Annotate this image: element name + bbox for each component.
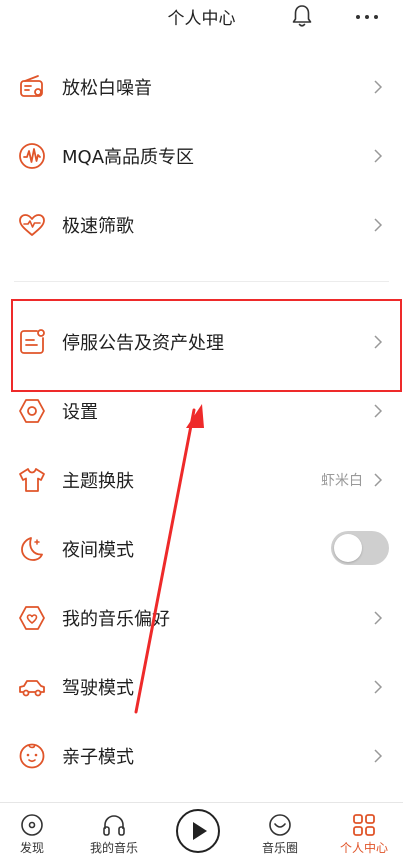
menu-item-label: 放松白噪音 — [62, 77, 152, 99]
tab-my-music[interactable]: 我的音乐 — [74, 803, 154, 856]
menu-item-quick-sort[interactable]: 极速筛歌 — [0, 190, 403, 259]
waveform-icon — [19, 142, 45, 169]
menu-item-mqa[interactable]: MQA高品质专区 — [0, 121, 403, 190]
menu-item-label: 主题换肤 — [62, 470, 134, 492]
heart-pulse-icon — [19, 213, 45, 236]
chevron-right-icon — [374, 679, 383, 694]
tshirt-icon — [19, 467, 45, 492]
disc-icon — [21, 814, 43, 836]
menu-item-label: MQA高品质专区 — [62, 146, 195, 168]
toggle-knob — [334, 534, 362, 562]
headphones-icon — [103, 815, 125, 836]
menu-item-driving-mode[interactable]: 驾驶模式 — [0, 652, 403, 721]
menu-item-parent-child-mode[interactable]: 亲子模式 — [0, 721, 403, 790]
menu-item-label: 夜间模式 — [62, 539, 134, 561]
menu-item-settings[interactable]: 设置 — [0, 376, 403, 445]
current-theme-value: 虾米白 — [321, 472, 363, 489]
chevron-right-icon — [374, 148, 383, 163]
menu-item-theme[interactable]: 主题换肤 虾米白 — [0, 445, 403, 514]
tab-label: 发现 — [19, 841, 44, 855]
music-preference-icon — [19, 605, 45, 630]
settings-icon — [19, 398, 45, 423]
tab-label: 音乐圈 — [261, 841, 298, 855]
tab-label: 个人中心 — [339, 841, 388, 855]
grid-icon — [353, 814, 375, 836]
baby-face-icon — [19, 743, 45, 768]
chevron-right-icon — [374, 748, 383, 763]
menu-item-label: 极速筛歌 — [62, 215, 134, 237]
smile-circle-icon — [269, 814, 291, 836]
tab-music-circle[interactable]: 音乐圈 — [240, 803, 320, 856]
menu-item-label: 设置 — [62, 401, 98, 423]
menu-item-label: 我的音乐偏好 — [62, 608, 170, 630]
menu-item-label: 驾驶模式 — [62, 677, 134, 699]
moon-icon — [21, 536, 43, 561]
tab-discover[interactable]: 发现 — [0, 803, 72, 856]
night-mode-toggle[interactable] — [331, 531, 389, 565]
bottom-tab-bar: 发现 我的音乐 音乐圈 个人中心 — [0, 802, 403, 856]
chevron-right-icon — [374, 610, 383, 625]
chevron-right-icon — [374, 79, 383, 94]
menu-item-white-noise[interactable]: 放松白噪音 — [0, 52, 403, 121]
page-title: 个人中心 — [167, 9, 236, 29]
bell-icon[interactable] — [289, 3, 315, 29]
chevron-right-icon — [374, 217, 383, 232]
chevron-right-icon — [374, 472, 383, 487]
tab-profile[interactable]: 个人中心 — [324, 803, 403, 856]
chevron-right-icon — [374, 403, 383, 418]
menu-item-music-preference[interactable]: 我的音乐偏好 — [0, 583, 403, 652]
section-divider — [14, 281, 389, 282]
radio-icon — [20, 74, 43, 97]
car-icon — [19, 679, 45, 696]
play-icon[interactable] — [175, 808, 221, 854]
menu-item-label: 亲子模式 — [62, 746, 134, 768]
tab-label: 我的音乐 — [89, 841, 138, 855]
header: 个人中心 — [0, 0, 403, 34]
more-icon[interactable] — [352, 3, 382, 29]
